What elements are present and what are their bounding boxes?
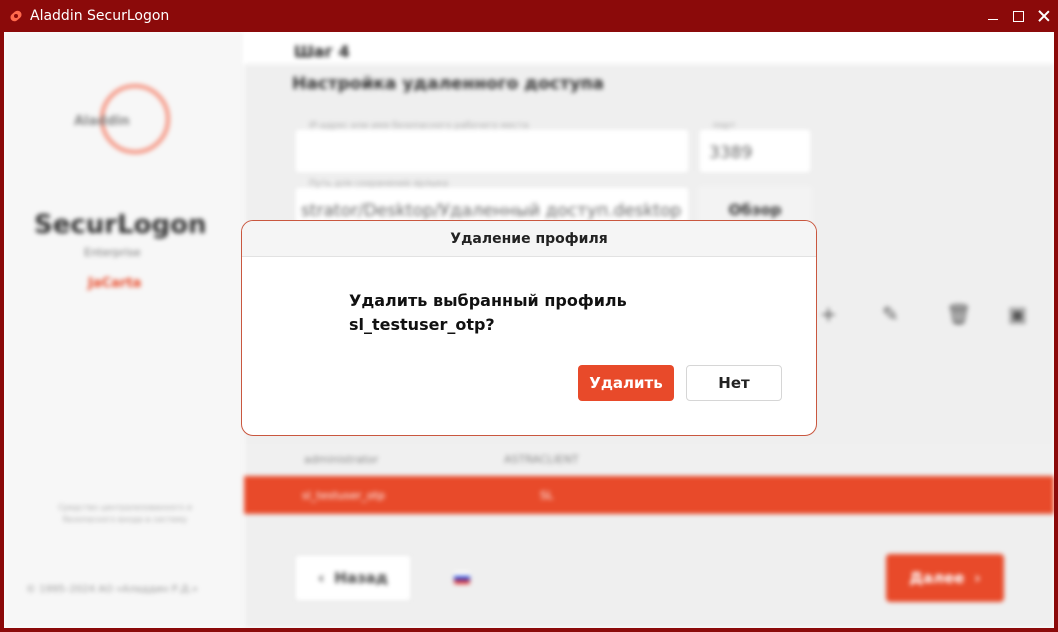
table-header: administrator ASTRACLIENT xyxy=(244,444,1054,474)
window-controls xyxy=(987,0,1050,32)
minimize-icon[interactable] xyxy=(987,10,999,22)
window-titlebar: Aladdin SecurLogon xyxy=(0,0,1058,32)
column-header: administrator xyxy=(304,453,379,466)
port-field-label: порт xyxy=(713,121,736,131)
confirm-delete-button[interactable]: Удалить xyxy=(578,365,674,401)
add-icon[interactable]: + xyxy=(820,302,837,326)
save-icon[interactable]: ▣ xyxy=(1008,302,1027,326)
table-row[interactable]: sl_testuser_otp SL xyxy=(244,476,1054,514)
main-header xyxy=(244,32,1054,64)
dialog-message-line: Удалить выбранный профиль xyxy=(349,291,627,310)
back-button-label: Назад xyxy=(334,569,388,587)
delete-icon[interactable]: 🗑 xyxy=(946,302,971,326)
dialog-message: Удалить выбранный профиль sl_testuser_ot… xyxy=(349,289,709,337)
sidebar-note: Средство централизованного и безопасного… xyxy=(58,503,192,524)
host-field-label: IP-адрес или имя безопасного рабочего ме… xyxy=(309,121,529,131)
window-title: Aladdin SecurLogon xyxy=(30,8,170,24)
cancel-button[interactable]: Нет xyxy=(686,365,782,401)
section-title: Настройка удаленного доступа xyxy=(292,74,604,94)
port-field-value: 3389 xyxy=(709,143,753,163)
next-button[interactable]: Далее › xyxy=(886,554,1004,602)
table-cell: SL xyxy=(540,489,554,502)
column-header: ASTRACLIENT xyxy=(504,453,579,466)
path-field-label: Путь для сохранения ярлыка xyxy=(309,179,449,189)
dialog-message-line: sl_testuser_otp? xyxy=(349,315,495,334)
app-client-area: Aladdin SecurLogon Enterprise JaCarta Ср… xyxy=(4,32,1054,628)
app-key-icon xyxy=(8,8,24,24)
delete-profile-dialog: Удаление профиля Удалить выбранный профи… xyxy=(241,220,817,436)
sidebar: Aladdin SecurLogon Enterprise JaCarta Ср… xyxy=(4,32,244,628)
chevron-right-icon: › xyxy=(974,569,981,587)
step-label: Шаг 4 xyxy=(294,42,350,61)
edit-icon[interactable]: ✎ xyxy=(882,302,899,326)
host-field[interactable]: IP-адрес или имя безопасного рабочего ме… xyxy=(294,121,690,174)
chevron-left-icon: ‹ xyxy=(318,569,325,587)
maximize-icon[interactable] xyxy=(1013,10,1024,22)
back-button[interactable]: ‹ Назад xyxy=(294,554,412,602)
port-field[interactable]: порт 3389 xyxy=(698,121,812,174)
brand-jacarta: JaCarta xyxy=(88,276,142,291)
language-flag-icon[interactable] xyxy=(454,572,470,584)
close-icon[interactable] xyxy=(1038,10,1050,22)
table-cell: sl_testuser_otp xyxy=(302,489,385,502)
next-button-label: Далее xyxy=(909,569,965,587)
logo-text: Aladdin xyxy=(74,114,130,129)
brand-name: SecurLogon xyxy=(34,210,207,240)
dialog-title: Удаление профиля xyxy=(242,221,816,257)
copyright: © 1995–2024 АО «Аладдин Р.Д.» xyxy=(26,584,198,595)
brand-edition: Enterprise xyxy=(84,246,141,259)
path-field-value: strator/Desktop/Удаленный доступ.desktop xyxy=(301,201,682,221)
